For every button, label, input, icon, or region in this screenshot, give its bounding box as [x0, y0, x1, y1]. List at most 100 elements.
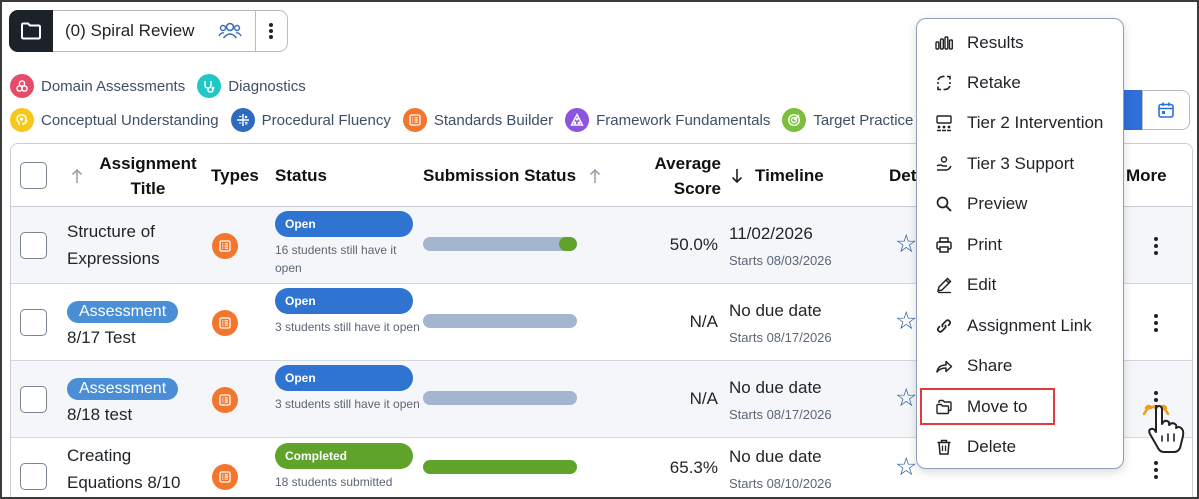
- menu-item-delete[interactable]: Delete: [917, 427, 1123, 467]
- row-checkbox[interactable]: [20, 386, 47, 413]
- legend-row-1: Domain Assessments Diagnostics: [10, 74, 318, 98]
- legend-label: Conceptual Understanding: [41, 111, 219, 129]
- menu-item-edit[interactable]: Edit: [917, 265, 1123, 305]
- header-types: Types: [211, 165, 259, 185]
- standards-builder-icon: [212, 464, 238, 490]
- row-checkbox[interactable]: [20, 463, 47, 490]
- submission-progress-fill: [559, 237, 577, 251]
- legend-label: Diagnostics: [228, 77, 306, 95]
- sort-arrow-down-icon[interactable]: [731, 144, 743, 207]
- legend-standards-builder: Standards Builder: [402, 108, 553, 132]
- star-icon[interactable]: ☆: [895, 452, 917, 482]
- move-to-highlight: [920, 388, 1055, 425]
- legend-framework-fundamentals: Framework Fundamentals: [565, 108, 770, 132]
- status-note: 16 students still have it open: [275, 243, 397, 275]
- assignment-title-cell[interactable]: Assessment 8/17 Test: [67, 297, 179, 351]
- sort-arrow-up-icon[interactable]: [71, 144, 83, 207]
- status-badge[interactable]: Open: [275, 365, 413, 391]
- target-icon: [782, 108, 807, 132]
- select-all-checkbox[interactable]: [20, 144, 47, 207]
- list-builder-icon: [402, 108, 427, 132]
- assignment-title[interactable]: Structure of Expressions: [67, 218, 187, 272]
- app-frame: (0) Spiral Review Domain Assessments Dia…: [0, 0, 1199, 499]
- triangle-shapes-icon: [565, 108, 590, 132]
- folder-bar: (0) Spiral Review: [9, 9, 288, 52]
- assessment-badge: Assessment: [67, 301, 179, 323]
- menu-item-preview[interactable]: Preview: [917, 184, 1123, 224]
- tier3-icon: [933, 153, 955, 175]
- menu-item-label: Share: [967, 356, 1013, 375]
- star-icon[interactable]: ☆: [895, 383, 917, 413]
- domain-assessments-icon: [10, 74, 34, 98]
- status-badge[interactable]: Open: [275, 288, 413, 314]
- start-date: Starts 08/03/2026: [729, 253, 832, 268]
- average-score: 65.3%: [669, 458, 718, 477]
- printer-icon: [933, 234, 955, 256]
- folder-button[interactable]: [9, 9, 53, 52]
- assignment-title[interactable]: 8/17 Test: [67, 324, 136, 351]
- lightbulb-head-icon: [10, 108, 34, 132]
- pencil-icon: [933, 274, 955, 296]
- row-checkbox[interactable]: [20, 309, 47, 336]
- search-icon: [933, 193, 955, 215]
- header-assignment-title[interactable]: Assignment Title: [93, 144, 203, 207]
- submission-progress-bar: [423, 391, 577, 405]
- start-date: Starts 08/17/2026: [729, 330, 832, 345]
- standards-builder-icon: [212, 310, 238, 336]
- trash-icon: [933, 436, 955, 458]
- header-timeline[interactable]: Timeline: [755, 144, 824, 207]
- menu-item-tier-2-intervention[interactable]: Tier 2 Intervention: [917, 103, 1123, 143]
- menu-item-print[interactable]: Print: [917, 225, 1123, 265]
- star-icon[interactable]: ☆: [895, 306, 917, 336]
- submission-progress-bar: [423, 314, 577, 328]
- standards-builder-icon: [212, 387, 238, 413]
- legend-target-practice: Target Practice: [782, 108, 913, 132]
- legend-label: Domain Assessments: [41, 77, 186, 95]
- menu-item-label: Delete: [967, 437, 1017, 456]
- header-more: More: [1126, 165, 1167, 185]
- average-score: 50.0%: [669, 235, 718, 254]
- due-date: 11/02/2026: [729, 224, 813, 243]
- status-badge[interactable]: Completed: [275, 443, 413, 469]
- legend-procedural-fluency: Procedural Fluency: [230, 108, 391, 132]
- row-more-button[interactable]: [1149, 314, 1163, 332]
- assignment-title[interactable]: Creating Equations 8/10: [67, 442, 187, 496]
- menu-item-label: Retake: [967, 73, 1021, 92]
- status-note: 3 students still have it open: [275, 397, 420, 411]
- due-date: No due date: [729, 301, 822, 320]
- tier2-icon: [933, 112, 955, 134]
- users-icon[interactable]: [217, 18, 243, 44]
- calendar-icon: [1158, 102, 1174, 118]
- assignment-title-cell[interactable]: Assessment 8/18 test: [67, 374, 179, 428]
- star-icon[interactable]: ☆: [895, 229, 917, 259]
- legend-label: Framework Fundamentals: [596, 111, 771, 129]
- legend-label: Procedural Fluency: [261, 111, 391, 129]
- share-icon: [933, 355, 955, 377]
- row-more-button[interactable]: [1149, 237, 1163, 255]
- menu-item-tier-3-support[interactable]: Tier 3 Support: [917, 144, 1123, 184]
- menu-item-label: Results: [967, 33, 1024, 52]
- average-score: N/A: [689, 389, 718, 408]
- calendar-view-button[interactable]: [1142, 90, 1190, 130]
- legend-diagnostics: Diagnostics: [197, 74, 306, 98]
- row-checkbox[interactable]: [20, 232, 47, 259]
- legend-row-2: Conceptual Understanding Procedural Flue…: [10, 108, 925, 132]
- folder-icon: [21, 22, 41, 39]
- legend-domain-assessments: Domain Assessments: [10, 74, 185, 98]
- menu-item-assignment-link[interactable]: Assignment Link: [917, 306, 1123, 346]
- legend-label: Target Practice: [813, 111, 914, 129]
- header-average-score[interactable]: Average Score: [641, 144, 721, 207]
- row-more-button[interactable]: [1149, 461, 1163, 479]
- sort-arrow-up-icon[interactable]: [589, 144, 601, 207]
- header-submission-status[interactable]: Submission Status: [423, 144, 576, 207]
- assignment-title[interactable]: 8/18 test: [67, 401, 132, 428]
- status-badge[interactable]: Open: [275, 211, 413, 237]
- menu-item-retake[interactable]: Retake: [917, 63, 1123, 103]
- bar-chart-icon: [933, 32, 955, 54]
- menu-item-label: Tier 3 Support: [967, 154, 1075, 173]
- menu-item-label: Print: [967, 235, 1002, 254]
- menu-item-results[interactable]: Results: [917, 23, 1123, 63]
- header-details: Det: [889, 165, 917, 185]
- folder-more-button[interactable]: [256, 22, 286, 40]
- menu-item-share[interactable]: Share: [917, 346, 1123, 386]
